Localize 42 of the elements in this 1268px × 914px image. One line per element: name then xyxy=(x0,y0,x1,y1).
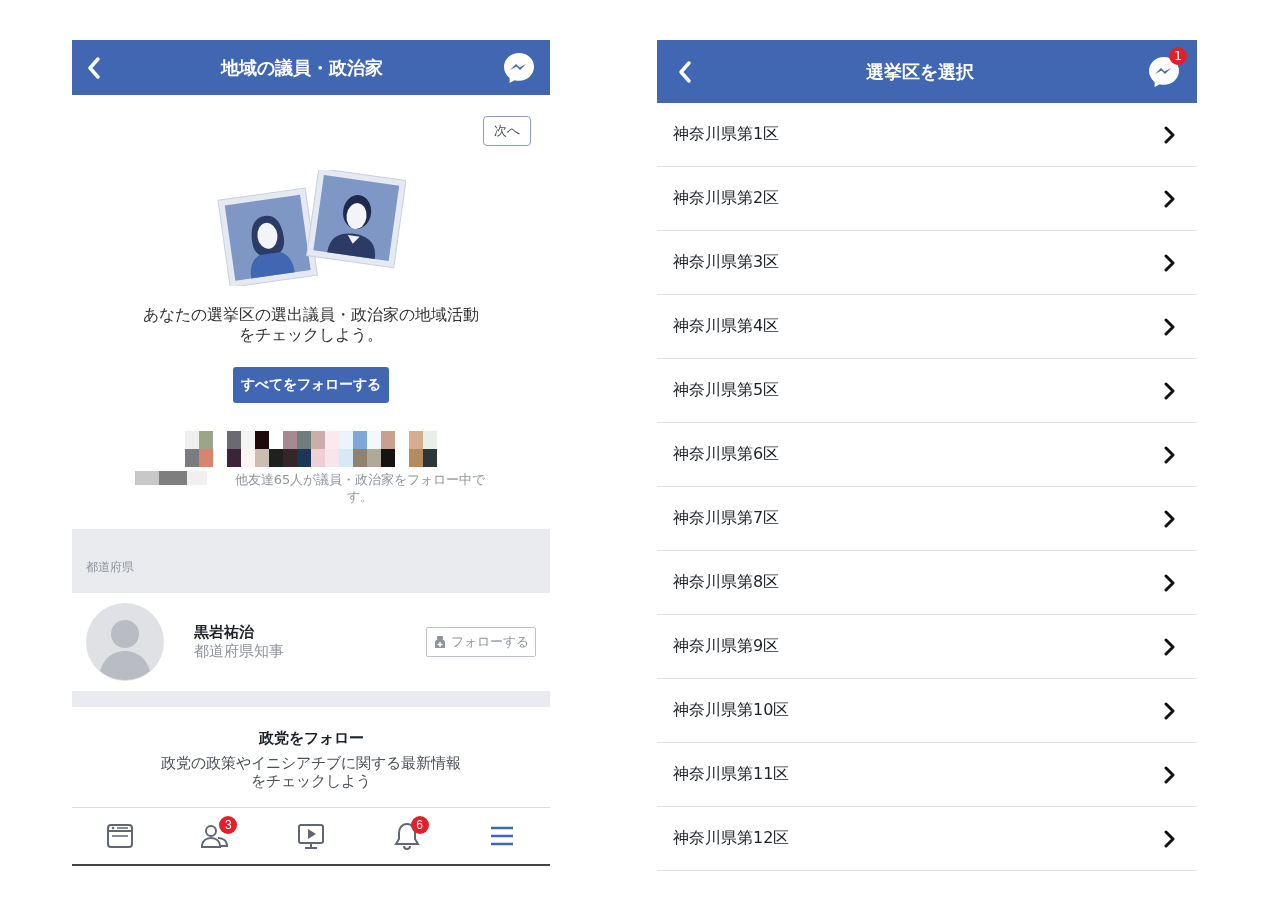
chevron-right-icon xyxy=(1163,380,1175,401)
party-section-text: 政党の政策やイニシアチブに関する最新情報をチェックしよう xyxy=(160,754,462,790)
district-name: 神奈川県第2区 xyxy=(673,188,780,209)
district-name: 神奈川県第10区 xyxy=(673,700,790,721)
count-badge: 6 xyxy=(410,816,429,834)
politician-name: 黒岩祐治 xyxy=(194,623,255,642)
chevron-right-icon xyxy=(1163,572,1175,593)
back-icon[interactable] xyxy=(677,59,693,84)
chevron-right-icon xyxy=(1163,188,1175,209)
messenger-icon[interactable] xyxy=(502,50,536,85)
next-button[interactable]: 次へ xyxy=(483,116,531,146)
district-name: 神奈川県第8区 xyxy=(673,572,780,593)
screen-title: 地域の議員・政治家 xyxy=(221,55,383,80)
politician-role: 都道府県知事 xyxy=(194,642,285,661)
count-badge: 3 xyxy=(219,816,238,834)
district-name: 神奈川県第4区 xyxy=(673,316,780,337)
chevron-right-icon xyxy=(1163,124,1175,145)
friends-follow-note: 他友達65人が議員・政治家をフォロー中です。 xyxy=(233,471,487,505)
party-section-title: 政党をフォロー xyxy=(257,729,365,748)
intro-text: あなたの選挙区の選出議員・政治家の地域活動をチェックしよう。 xyxy=(142,305,480,345)
chevron-right-icon xyxy=(1163,444,1175,465)
chevron-right-icon xyxy=(1163,828,1175,849)
district-name: 神奈川県第11区 xyxy=(673,764,790,785)
back-icon[interactable] xyxy=(86,55,102,80)
follow-all-button[interactable]: すべてをフォローする xyxy=(233,367,389,403)
chevron-right-icon xyxy=(1163,508,1175,529)
screen-title: 選挙区を選択 xyxy=(866,59,974,84)
district-name: 神奈川県第5区 xyxy=(673,380,780,401)
district-name: 神奈川県第1区 xyxy=(673,124,780,145)
district-name: 神奈川県第3区 xyxy=(673,252,780,273)
section-label: 都道府県 xyxy=(86,558,134,576)
chevron-right-icon xyxy=(1163,316,1175,337)
district-name: 神奈川県第7区 xyxy=(673,508,780,529)
district-name: 神奈川県第12区 xyxy=(673,828,790,849)
chevron-right-icon xyxy=(1163,700,1175,721)
chevron-right-icon xyxy=(1163,252,1175,273)
count-badge: 1 xyxy=(1169,46,1187,65)
district-name: 神奈川県第9区 xyxy=(673,636,780,657)
chevron-right-icon xyxy=(1163,636,1175,657)
district-name: 神奈川県第6区 xyxy=(673,444,780,465)
chevron-right-icon xyxy=(1163,764,1175,785)
add-icon xyxy=(433,635,447,649)
